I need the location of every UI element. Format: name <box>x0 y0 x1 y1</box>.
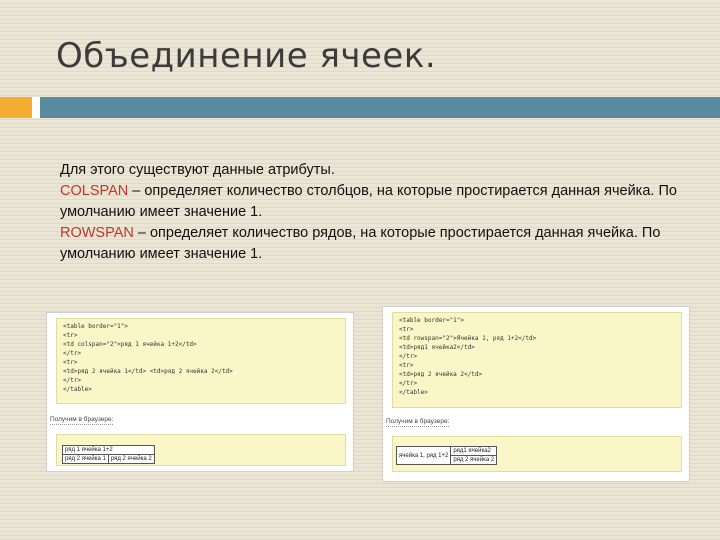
rowspan-keyword: ROWSPAN <box>60 225 134 241</box>
code-line: <tr> <box>399 362 414 369</box>
code-line: </table> <box>399 389 428 396</box>
colspan-paragraph: COLSPAN – определяет количество столбцов… <box>60 181 680 223</box>
colspan-code-box: <table border="1"> <tr> <td colspan="2">… <box>56 318 346 404</box>
table-cell: ряд 2 ячейка 2 <box>107 454 155 464</box>
rowspan-code-box: <table border="1"> <tr> <td rowspan="2">… <box>392 312 682 408</box>
slide-title: Объединение ячеек. <box>56 36 437 76</box>
code-line: <table border="1"> <box>399 317 465 324</box>
accent-bar-gap <box>32 97 40 118</box>
colspan-keyword: COLSPAN <box>60 183 129 199</box>
code-line: <td>ряд 2 ячейка 2</td> <box>399 371 483 378</box>
accent-bar <box>0 97 32 118</box>
code-line: <tr> <box>63 332 78 339</box>
code-line: <td>ряд 2 ячейка 1</td> <td>ряд 2 ячейка… <box>63 368 233 375</box>
table-cell: ряд 2 ячейка 1 <box>62 454 109 464</box>
colspan-result-label: Получим в браузере: <box>50 416 114 425</box>
intro-text: Для этого существуют данные атрибуты. <box>60 162 335 178</box>
table-cell: ряд1 ячейка2 <box>450 446 498 456</box>
code-line: </tr> <box>399 380 418 387</box>
rowspan-description: – определяет количество рядов, на которы… <box>60 225 661 262</box>
table-cell: ряд 1 ячейка 1+2 <box>62 445 155 455</box>
title-underline-bar <box>40 97 720 118</box>
colspan-description: – определяет количество столбцов, на кот… <box>60 183 677 220</box>
table-cell: ряд 2 ячейка 2 <box>450 455 498 465</box>
rowspan-paragraph: ROWSPAN – определяет количество рядов, н… <box>60 223 680 265</box>
code-line: <tr> <box>63 359 78 366</box>
table-row: ряд 2 ячейка 1 ряд 2 ячейка 2 <box>62 454 155 464</box>
code-line: <td colspan="2">ряд 1 ячейка 1+2</td> <box>63 341 197 348</box>
code-line: <td>ряд1 ячейка2</td> <box>399 344 475 351</box>
table-row: ячейка 1, ряд 1+2 ряд1 ячейка2 <box>395 446 498 465</box>
rowspan-result-label: Получим в браузере: <box>386 418 450 427</box>
code-line: </tr> <box>63 350 82 357</box>
code-line: <td rowspan="2">Ячейка 1, ряд 1+2</td> <box>399 335 537 342</box>
code-line: </tr> <box>399 353 418 360</box>
slide-body: Для этого существуют данные атрибуты. CO… <box>60 160 680 265</box>
code-line: <tr> <box>399 326 414 333</box>
rowspan-result-table: ячейка 1, ряд 1+2 ряд1 ячейка2 ряд 2 ячей… <box>395 446 498 465</box>
code-line: </table> <box>63 386 92 393</box>
table-row: ряд 1 ячейка 1+2 <box>62 445 155 455</box>
table-cell: ячейка 1, ряд 1+2 <box>395 446 452 465</box>
code-line: </tr> <box>63 377 82 384</box>
colspan-result-table: ряд 1 ячейка 1+2 ряд 2 ячейка 1 ряд 2 яче… <box>62 445 155 464</box>
code-line: <table border="1"> <box>63 323 129 330</box>
